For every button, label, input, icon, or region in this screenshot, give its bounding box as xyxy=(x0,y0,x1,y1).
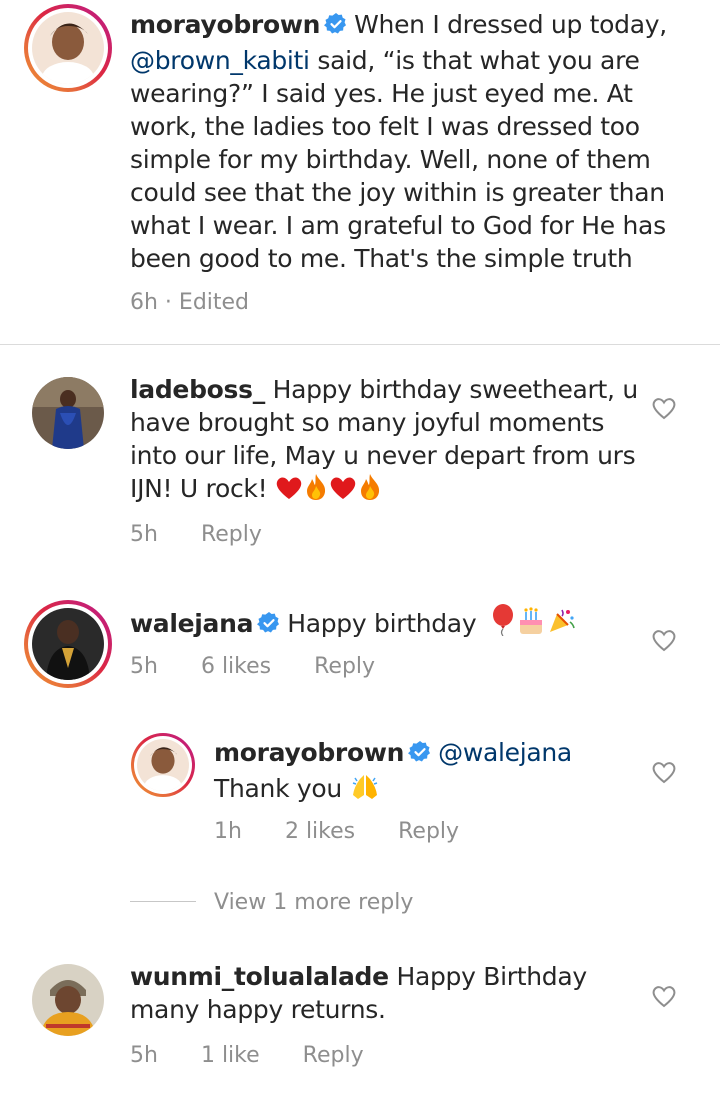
username[interactable]: morayobrown xyxy=(130,10,320,39)
username[interactable]: walejana xyxy=(130,609,254,638)
avatar[interactable] xyxy=(32,12,104,84)
like-heart-icon[interactable] xyxy=(651,984,677,1012)
thread-line xyxy=(130,901,196,902)
comment-meta: 1h 2 likes Reply xyxy=(214,818,495,846)
username[interactable]: morayobrown xyxy=(214,738,404,767)
reply-button[interactable]: Reply xyxy=(314,654,375,679)
timestamp: 5h xyxy=(130,1043,158,1068)
username[interactable]: ladeboss_ xyxy=(130,375,265,404)
likes-count[interactable]: 2 likes xyxy=(285,819,355,844)
timestamp: 6h · Edited xyxy=(130,290,250,315)
mention-link[interactable]: @brown_kabiti xyxy=(130,46,310,75)
avatar[interactable] xyxy=(137,739,189,791)
verified-badge-icon xyxy=(324,11,348,44)
like-heart-icon[interactable] xyxy=(651,628,677,656)
timestamp: 5h xyxy=(130,654,158,679)
fire-emoji-icon xyxy=(357,473,383,509)
folded-hands-emoji-icon xyxy=(350,773,380,809)
verified-badge-icon xyxy=(408,739,432,772)
like-heart-icon[interactable] xyxy=(651,396,677,424)
timestamp: 1h xyxy=(214,819,242,844)
verified-badge-icon xyxy=(257,610,281,643)
avatar[interactable] xyxy=(32,964,104,1036)
username[interactable]: wunmi_tolualalade xyxy=(130,962,389,991)
timestamp: 5h xyxy=(130,522,158,547)
comment-text: morayobrown When I dressed up today, @bro… xyxy=(130,10,667,273)
divider xyxy=(0,344,720,345)
comment-text: walejana Happy birthday xyxy=(130,604,650,644)
comment-text: wunmi_tolualalade Happy Birthday many ha… xyxy=(130,962,587,1024)
avatar[interactable] xyxy=(32,377,104,449)
reply-button[interactable]: Reply xyxy=(201,522,262,547)
mention-link[interactable]: @walejana xyxy=(438,738,572,767)
comment-text: ladeboss_ Happy birthday sweetheart, u h… xyxy=(130,373,650,509)
heart-emoji-icon xyxy=(329,475,357,509)
reply-button[interactable]: Reply xyxy=(398,819,459,844)
likes-count[interactable]: 1 like xyxy=(201,1043,260,1068)
fire-emoji-icon xyxy=(303,473,329,509)
balloon-emoji-icon xyxy=(490,604,516,644)
likes-count[interactable]: 6 likes xyxy=(201,654,271,679)
reply-button[interactable]: Reply xyxy=(303,1043,364,1068)
heart-emoji-icon xyxy=(275,475,303,509)
comment-meta: 6h · Edited xyxy=(130,289,285,317)
party-popper-emoji-icon xyxy=(546,606,576,644)
like-heart-icon[interactable] xyxy=(651,760,677,788)
comment-meta: 5h 6 likes Reply xyxy=(130,653,411,681)
comment-meta: 5h 1 like Reply xyxy=(130,1042,400,1070)
view-more-replies-link[interactable]: View 1 more reply xyxy=(214,889,413,917)
avatar[interactable] xyxy=(32,608,104,680)
comment-meta: 5h Reply xyxy=(130,521,298,549)
comment-text: morayobrown @walejana Thank you xyxy=(214,736,634,809)
birthday-cake-emoji-icon xyxy=(516,606,546,644)
